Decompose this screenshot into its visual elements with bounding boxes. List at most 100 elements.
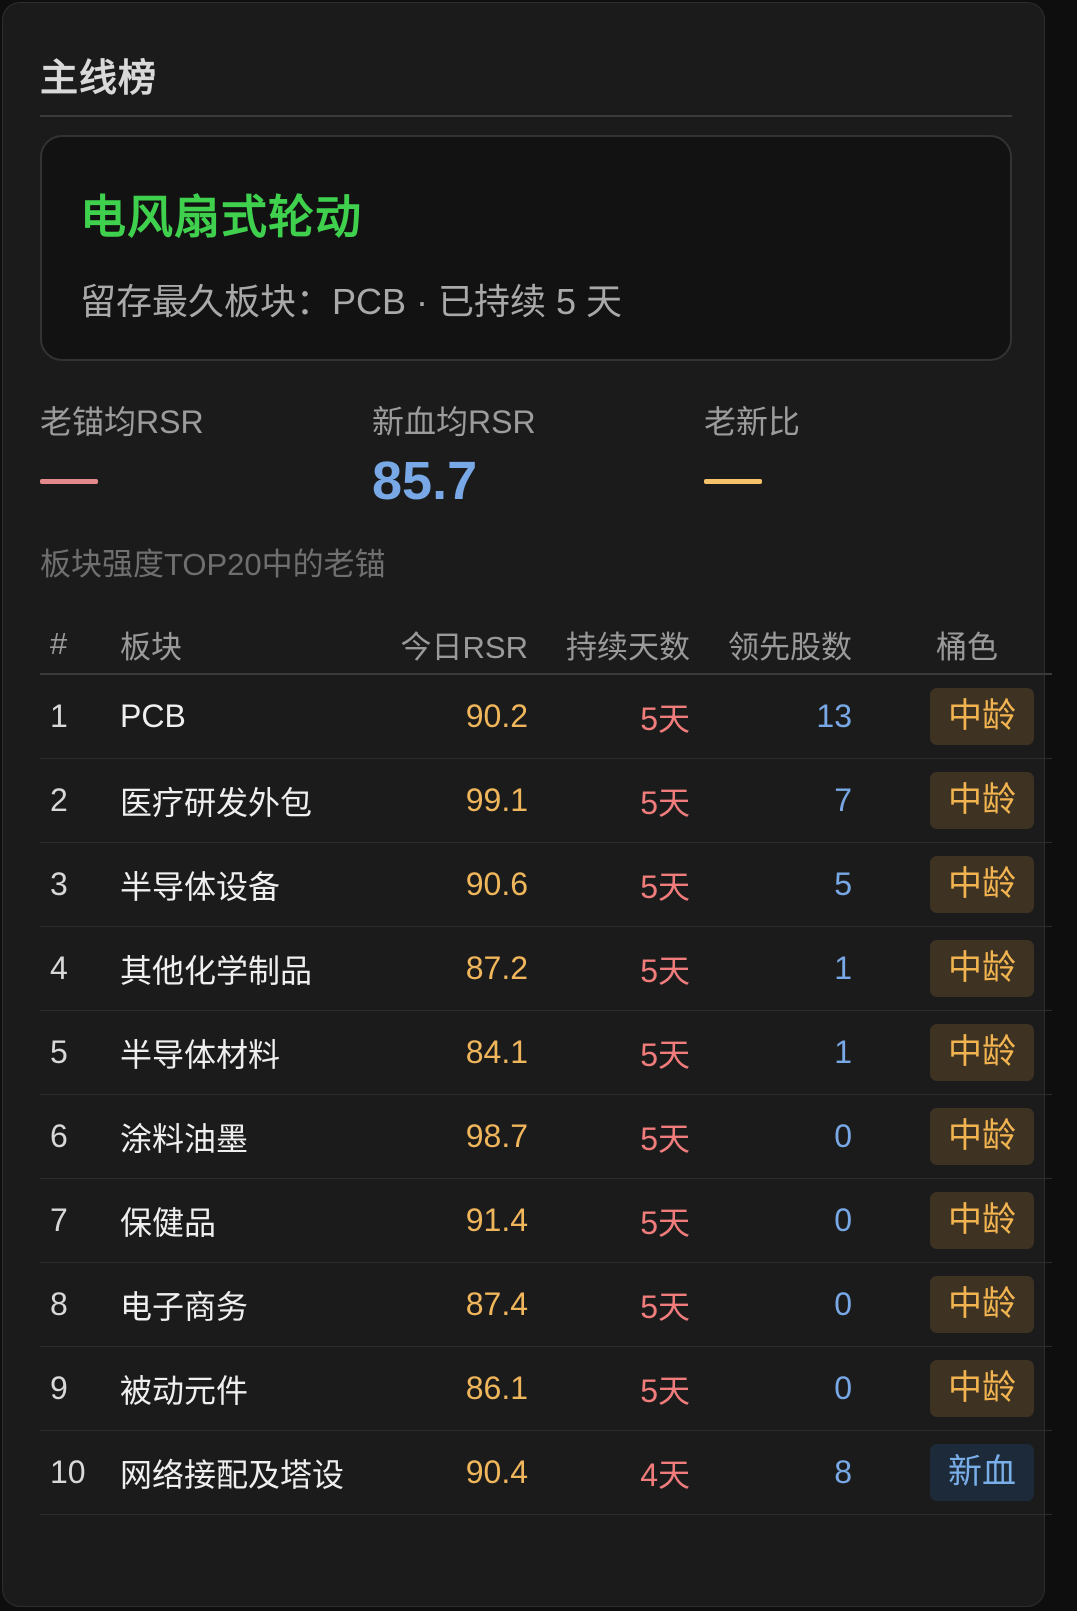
row-sector-name: PCB bbox=[120, 674, 360, 759]
stat-value: 85.7 bbox=[372, 451, 478, 511]
row-bucket-cell: 中龄 bbox=[852, 1262, 1052, 1347]
row-bucket-cell: 新血 bbox=[852, 1430, 1052, 1515]
row-index: 7 bbox=[40, 1178, 120, 1263]
row-bucket-cell: 中龄 bbox=[852, 674, 1052, 759]
row-bucket-cell: 中龄 bbox=[852, 1010, 1052, 1095]
stat-label: 老新比 bbox=[704, 404, 801, 440]
row-duration-days: 5天 bbox=[528, 1262, 690, 1347]
row-index: 10 bbox=[40, 1430, 120, 1515]
row-duration-days: 4天 bbox=[528, 1430, 690, 1515]
row-leading-stocks: 0 bbox=[690, 1346, 852, 1431]
bucket-badge: 中龄 bbox=[930, 688, 1034, 745]
stat-empty-dash bbox=[704, 479, 762, 484]
table-row[interactable]: 8 电子商务 87.4 5天 0 中龄 bbox=[40, 1262, 1052, 1347]
row-sector-name: 医疗研发外包 bbox=[120, 758, 360, 843]
hero-subline: 留存最久板块：PCB · 已持续 5 天 bbox=[80, 281, 623, 322]
col-header-today-rsr[interactable]: 今日RSR bbox=[360, 615, 528, 675]
row-duration-days: 5天 bbox=[528, 1010, 690, 1095]
table-row[interactable]: 9 被动元件 86.1 5天 0 中龄 bbox=[40, 1346, 1052, 1431]
row-today-rsr: 90.4 bbox=[360, 1430, 528, 1515]
table-row[interactable]: 4 其他化学制品 87.2 5天 1 中龄 bbox=[40, 926, 1052, 1011]
col-header-leading-stocks[interactable]: 领先股数 bbox=[690, 615, 852, 675]
col-header-index[interactable]: # bbox=[40, 615, 120, 675]
table-row[interactable]: 7 保健品 91.4 5天 0 中龄 bbox=[40, 1178, 1052, 1263]
row-duration-days: 5天 bbox=[528, 674, 690, 759]
row-today-rsr: 87.2 bbox=[360, 926, 528, 1011]
stat-value-wrap: 85.7 bbox=[372, 451, 672, 511]
row-duration-days: 5天 bbox=[528, 1094, 690, 1179]
bucket-badge: 中龄 bbox=[930, 1192, 1034, 1249]
row-index: 2 bbox=[40, 758, 120, 843]
row-duration-days: 5天 bbox=[528, 926, 690, 1011]
row-bucket-cell: 中龄 bbox=[852, 1094, 1052, 1179]
table-row[interactable]: 2 医疗研发外包 99.1 5天 7 中龄 bbox=[40, 758, 1052, 843]
stat-label: 新血均RSR bbox=[372, 404, 536, 440]
table-row[interactable]: 5 半导体材料 84.1 5天 1 中龄 bbox=[40, 1010, 1052, 1095]
stat-label: 老锚均RSR bbox=[40, 404, 204, 440]
row-sector-name: 被动元件 bbox=[120, 1346, 360, 1431]
row-today-rsr: 98.7 bbox=[360, 1094, 528, 1179]
row-duration-days: 5天 bbox=[528, 1178, 690, 1263]
row-index: 9 bbox=[40, 1346, 120, 1431]
col-header-bucket[interactable]: 桶色 bbox=[852, 615, 1052, 675]
stat-empty-dash bbox=[40, 479, 98, 484]
row-sector-name: 半导体材料 bbox=[120, 1010, 360, 1095]
row-leading-stocks: 0 bbox=[690, 1262, 852, 1347]
row-leading-stocks: 5 bbox=[690, 842, 852, 927]
panel-title: 主线榜 bbox=[40, 58, 158, 100]
row-bucket-cell: 中龄 bbox=[852, 1178, 1052, 1263]
row-sector-name: 其他化学制品 bbox=[120, 926, 360, 1011]
row-bucket-cell: 中龄 bbox=[852, 842, 1052, 927]
row-index: 6 bbox=[40, 1094, 120, 1179]
title-divider bbox=[40, 115, 1012, 117]
row-bucket-cell: 中龄 bbox=[852, 1346, 1052, 1431]
row-index: 8 bbox=[40, 1262, 120, 1347]
row-leading-stocks: 1 bbox=[690, 926, 852, 1011]
stat-value-wrap bbox=[40, 451, 340, 511]
bucket-badge: 中龄 bbox=[930, 1108, 1034, 1165]
bucket-badge: 中龄 bbox=[930, 1276, 1034, 1333]
col-header-sector[interactable]: 板块 bbox=[120, 615, 360, 675]
row-leading-stocks: 13 bbox=[690, 674, 852, 759]
hero-card: 电风扇式轮动 留存最久板块：PCB · 已持续 5 天 bbox=[40, 135, 1012, 361]
row-sector-name: 网络接配及塔设 bbox=[120, 1430, 360, 1515]
table-row[interactable]: 6 涂料油墨 98.7 5天 0 中龄 bbox=[40, 1094, 1052, 1179]
stat-old-new-ratio: 老新比 bbox=[704, 397, 1004, 511]
row-duration-days: 5天 bbox=[528, 758, 690, 843]
stat-old-anchor-rsr: 老锚均RSR bbox=[40, 397, 340, 511]
row-leading-stocks: 8 bbox=[690, 1430, 852, 1515]
row-today-rsr: 90.2 bbox=[360, 674, 528, 759]
table-row[interactable]: 1 PCB 90.2 5天 13 中龄 bbox=[40, 674, 1052, 759]
row-index: 4 bbox=[40, 926, 120, 1011]
row-today-rsr: 84.1 bbox=[360, 1010, 528, 1095]
row-sector-name: 保健品 bbox=[120, 1178, 360, 1263]
row-sector-name: 涂料油墨 bbox=[120, 1094, 360, 1179]
bucket-badge: 中龄 bbox=[930, 1024, 1034, 1081]
row-index: 3 bbox=[40, 842, 120, 927]
table-header-row: # 板块 今日RSR 持续天数 领先股数 桶色 bbox=[40, 615, 1052, 675]
bucket-badge: 中龄 bbox=[930, 856, 1034, 913]
table-row[interactable]: 10 网络接配及塔设 90.4 4天 8 新血 bbox=[40, 1430, 1052, 1515]
row-duration-days: 5天 bbox=[528, 842, 690, 927]
row-index: 1 bbox=[40, 674, 120, 759]
section-label: 板块强度TOP20中的老锚 bbox=[40, 547, 386, 582]
table-row[interactable]: 3 半导体设备 90.6 5天 5 中龄 bbox=[40, 842, 1052, 927]
row-leading-stocks: 1 bbox=[690, 1010, 852, 1095]
stat-value-wrap bbox=[704, 451, 1004, 511]
row-today-rsr: 90.6 bbox=[360, 842, 528, 927]
row-leading-stocks: 7 bbox=[690, 758, 852, 843]
bucket-badge: 中龄 bbox=[930, 940, 1034, 997]
row-index: 5 bbox=[40, 1010, 120, 1095]
hero-headline: 电风扇式轮动 bbox=[80, 191, 362, 243]
row-sector-name: 电子商务 bbox=[120, 1262, 360, 1347]
row-today-rsr: 99.1 bbox=[360, 758, 528, 843]
row-today-rsr: 87.4 bbox=[360, 1262, 528, 1347]
main-line-panel: 主线榜 电风扇式轮动 留存最久板块：PCB · 已持续 5 天 老锚均RSR 新… bbox=[2, 2, 1052, 1607]
row-today-rsr: 91.4 bbox=[360, 1178, 528, 1263]
stat-new-blood-rsr: 新血均RSR 85.7 bbox=[372, 397, 672, 511]
row-leading-stocks: 0 bbox=[690, 1178, 852, 1263]
bucket-badge: 中龄 bbox=[930, 1360, 1034, 1417]
row-bucket-cell: 中龄 bbox=[852, 926, 1052, 1011]
col-header-duration-days[interactable]: 持续天数 bbox=[528, 615, 690, 675]
row-sector-name: 半导体设备 bbox=[120, 842, 360, 927]
